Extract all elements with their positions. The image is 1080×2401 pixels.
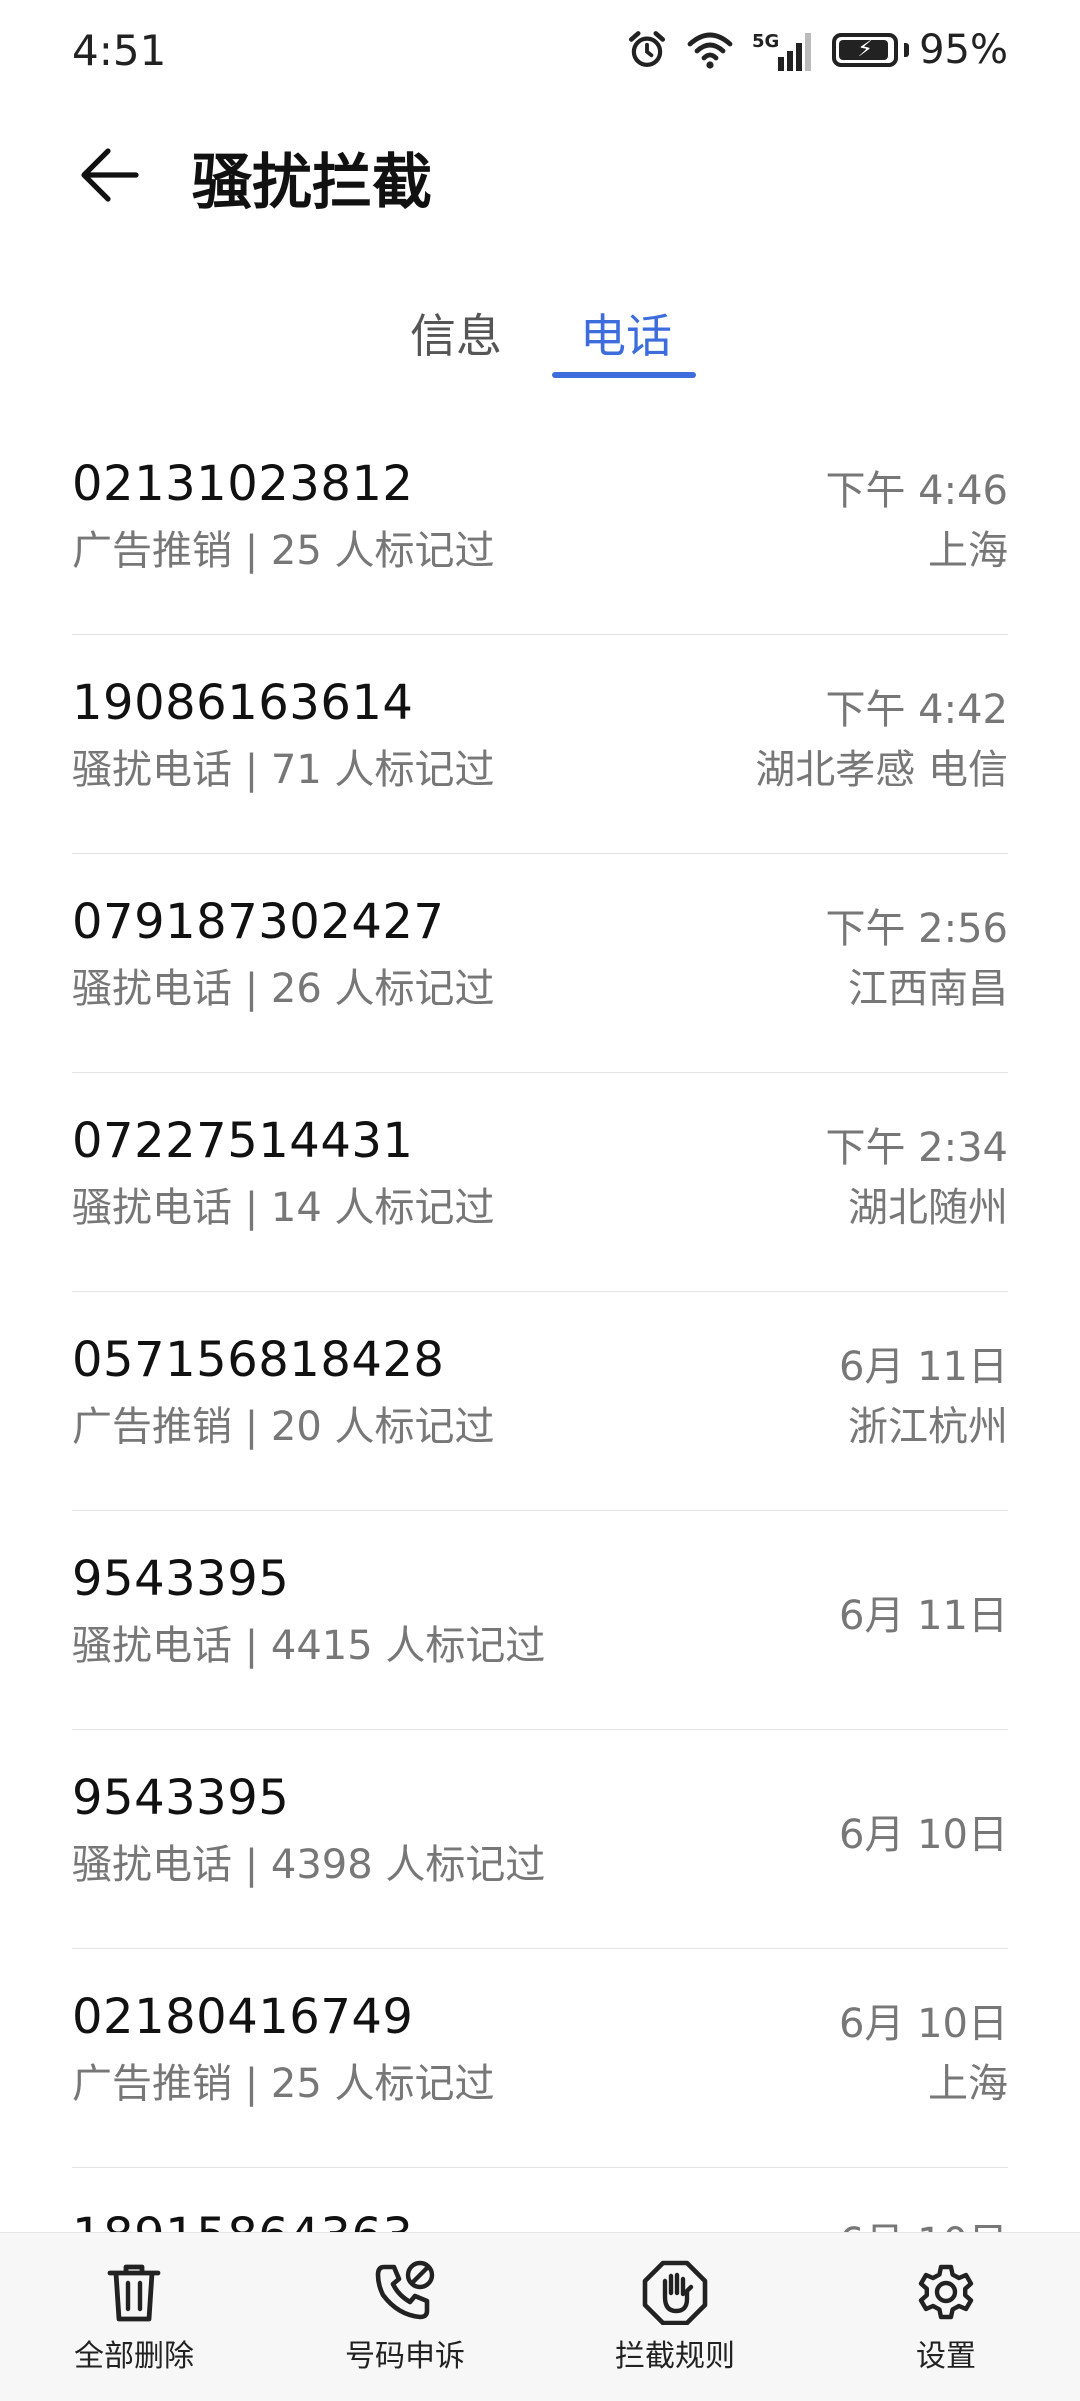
call-row[interactable]: 02180416749 广告推销 | 25 人标记过 6月 10日 上海: [72, 1949, 1008, 2168]
call-time: 下午 2:56: [825, 906, 1008, 952]
back-button[interactable]: [70, 140, 150, 210]
call-time: 6月 10日: [838, 1812, 1008, 1858]
status-bar: 4:51 5G ⚡ 95%: [0, 0, 1080, 100]
wifi-icon: [686, 30, 734, 70]
battery-cap: [904, 43, 910, 57]
call-tag: 骚扰电话 | 71 人标记过: [72, 747, 495, 793]
call-row[interactable]: 057156818428 广告推销 | 20 人标记过 6月 11日 浙江杭州: [72, 1292, 1008, 1511]
charging-bolt-icon: ⚡: [857, 37, 873, 62]
call-tag: 广告推销 | 25 人标记过: [72, 2061, 495, 2107]
bottom-action-bar: 全部删除 号码申诉 拦截规则 设置: [0, 2232, 1080, 2401]
call-number: 057156818428: [72, 1332, 445, 1388]
call-time: 6月 11日: [838, 1593, 1008, 1639]
trash-icon: [107, 2264, 161, 2322]
page-title: 骚扰拦截: [192, 148, 432, 218]
call-time: 6月 10日: [838, 2001, 1008, 2047]
back-arrow-icon: [81, 148, 139, 202]
status-icons: 5G ⚡ 95%: [626, 27, 1008, 73]
call-tag: 骚扰电话 | 4398 人标记过: [72, 1842, 546, 1888]
active-tab-indicator: [552, 372, 696, 378]
call-time: 下午 2:34: [825, 1125, 1008, 1171]
blocked-call-list: 02131023812 广告推销 | 25 人标记过 下午 4:46 上海 19…: [72, 416, 1008, 2387]
call-number: 079187302427: [72, 894, 445, 950]
call-location: 上海: [928, 2061, 1008, 2107]
call-location: 上海: [928, 528, 1008, 574]
block-rules-label: 拦截规则: [615, 2339, 735, 2374]
call-location: 湖北孝感 电信: [755, 747, 1008, 793]
delete-all-label: 全部删除: [74, 2339, 194, 2374]
status-time: 4:51: [72, 25, 167, 75]
call-tag: 骚扰电话 | 14 人标记过: [72, 1185, 495, 1231]
call-location: 浙江杭州: [848, 1404, 1008, 1450]
call-time: 6月 11日: [838, 1344, 1008, 1390]
block-rules-button[interactable]: 拦截规则: [565, 2259, 785, 2375]
title-bar: 骚扰拦截: [0, 120, 1080, 230]
call-location: 湖北随州: [848, 1185, 1008, 1231]
call-row[interactable]: 19086163614 骚扰电话 | 71 人标记过 下午 4:42 湖北孝感 …: [72, 635, 1008, 854]
call-row[interactable]: 07227514431 骚扰电话 | 14 人标记过 下午 2:34 湖北随州: [72, 1073, 1008, 1292]
tab-calls[interactable]: 电话: [580, 300, 672, 366]
call-tag: 广告推销 | 25 人标记过: [72, 528, 495, 574]
network-type-label: 5G: [752, 31, 779, 52]
call-number: 9543395: [72, 1770, 290, 1826]
gear-icon: [918, 2264, 974, 2320]
call-number: 07227514431: [72, 1113, 414, 1169]
call-number: 19086163614: [72, 675, 414, 731]
battery-icon: ⚡: [832, 33, 899, 67]
call-number: 9543395: [72, 1551, 290, 1607]
call-tag: 骚扰电话 | 26 人标记过: [72, 966, 495, 1012]
call-tag: 广告推销 | 20 人标记过: [72, 1404, 495, 1450]
call-time: 下午 4:46: [825, 468, 1008, 514]
call-row[interactable]: 9543395 骚扰电话 | 4415 人标记过 6月 11日: [72, 1511, 1008, 1730]
call-row[interactable]: 9543395 骚扰电话 | 4398 人标记过 6月 10日: [72, 1730, 1008, 1949]
call-row[interactable]: 079187302427 骚扰电话 | 26 人标记过 下午 2:56 江西南昌: [72, 854, 1008, 1073]
call-row[interactable]: 02131023812 广告推销 | 25 人标记过 下午 4:46 上海: [72, 416, 1008, 635]
settings-button[interactable]: 设置: [836, 2259, 1056, 2375]
phone-appeal-icon: [375, 2260, 435, 2320]
battery-percent: 95%: [919, 27, 1008, 73]
battery-indicator: ⚡ 95%: [832, 27, 1008, 73]
tab-messages[interactable]: 信息: [410, 300, 502, 366]
call-time: 下午 4:42: [825, 687, 1008, 733]
call-number: 02180416749: [72, 1989, 414, 2045]
delete-all-button[interactable]: 全部删除: [24, 2259, 244, 2375]
tab-bar: 信息 电话: [0, 280, 1080, 380]
stop-hand-icon: [642, 2260, 708, 2325]
call-number: 02131023812: [72, 456, 414, 512]
number-appeal-button[interactable]: 号码申诉: [295, 2259, 515, 2375]
call-tag: 骚扰电话 | 4415 人标记过: [72, 1623, 546, 1669]
call-location: 江西南昌: [848, 966, 1008, 1012]
cellular-signal-icon: 5G: [752, 29, 814, 71]
alarm-icon: [626, 29, 668, 71]
settings-label: 设置: [916, 2339, 976, 2374]
number-appeal-label: 号码申诉: [345, 2339, 465, 2374]
